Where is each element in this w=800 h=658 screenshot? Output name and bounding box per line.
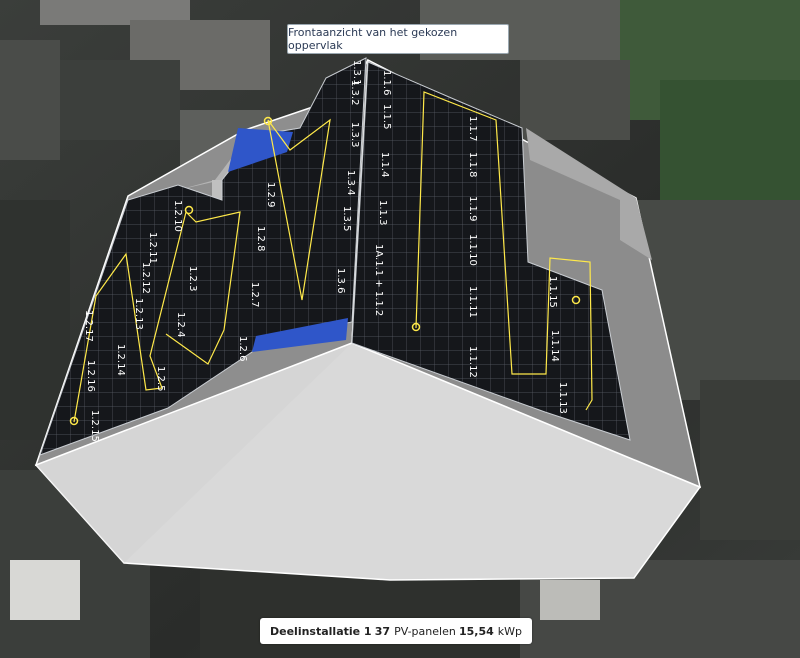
label-1-1-6: 1.1.6 xyxy=(381,70,392,95)
tooltip-text: Frontaanzicht van het gekozen oppervlak xyxy=(288,26,458,52)
3d-roof-scene[interactable]: 1.2.17 1.2.16 1.2.15 1.2.11 1.2.12 1.2.1… xyxy=(0,0,800,658)
panel-count-value: 37 xyxy=(374,624,391,638)
power-value: 15,54 xyxy=(458,624,494,638)
label-1-2-5: 1.2.5 xyxy=(155,366,166,391)
label-1-2-15: 1.2.15 xyxy=(89,410,100,442)
label-1-2-10: 1.2.10 xyxy=(172,200,183,232)
label-1-1-10: 1.1.10 xyxy=(467,234,478,266)
label-1a-1-1-2: 1A.1.1 + 1.1.2 xyxy=(373,244,384,316)
power-group: 15,54 kWp xyxy=(459,625,522,638)
label-1-2-9: 1.2.9 xyxy=(265,182,276,207)
label-1-2-13: 1.2.13 xyxy=(133,298,144,330)
label-1-2-17: 1.2.17 xyxy=(83,310,94,342)
label-1-2-7: 1.2.7 xyxy=(249,282,260,307)
label-1-1-7: 1.1.7 xyxy=(467,116,478,141)
label-1-1-15: 1.1.15 xyxy=(547,276,558,308)
label-1-2-12: 1.2.12 xyxy=(140,262,151,294)
label-1-3-3: 1.3.3 xyxy=(349,122,360,147)
label-1-1-3: 1.1.3 xyxy=(377,200,388,225)
label-1-2-16: 1.2.16 xyxy=(85,360,96,392)
label-1-1-13: 1.1.13 xyxy=(557,382,568,414)
installation-status-bar: Deelinstallatie 1 37 PV-panelen 15,54 kWp xyxy=(260,618,532,644)
label-1-2-3: 1.2.3 xyxy=(187,266,198,291)
label-1-2-8: 1.2.8 xyxy=(255,226,266,251)
label-1-2-6: 1.2.6 xyxy=(237,336,248,361)
label-1-1-4: 1.1.4 xyxy=(379,152,390,177)
label-1-1-14: 1.1.14 xyxy=(549,330,560,362)
label-1-2-11: 1.2.11 xyxy=(147,232,158,264)
label-1-1-8: 1.1.8 xyxy=(467,152,478,177)
view-tooltip: Frontaanzicht van het gekozen oppervlak xyxy=(287,24,509,54)
label-1-1-11: 1.1.11 xyxy=(467,286,478,318)
installation-name: Deelinstallatie 1 xyxy=(270,624,372,638)
label-1-3-5: 1.3.5 xyxy=(341,206,352,231)
panel-count-group: 37 PV-panelen xyxy=(375,625,456,638)
label-1-2-14: 1.2.14 xyxy=(115,344,126,376)
label-1-1-9: 1.1.9 xyxy=(467,196,478,221)
label-1-2-4: 1.2.4 xyxy=(175,312,186,337)
label-1-3-6: 1.3.6 xyxy=(335,268,346,293)
panel-count-unit: PV-panelen xyxy=(394,624,456,638)
label-1-3-4: 1.3.4 xyxy=(345,170,356,195)
power-unit: kWp xyxy=(497,624,522,638)
label-1-1-5: 1.1.5 xyxy=(381,104,392,129)
label-1-1-12: 1.1.12 xyxy=(467,346,478,378)
label-1-3-2: 1.3.2 xyxy=(349,80,360,105)
